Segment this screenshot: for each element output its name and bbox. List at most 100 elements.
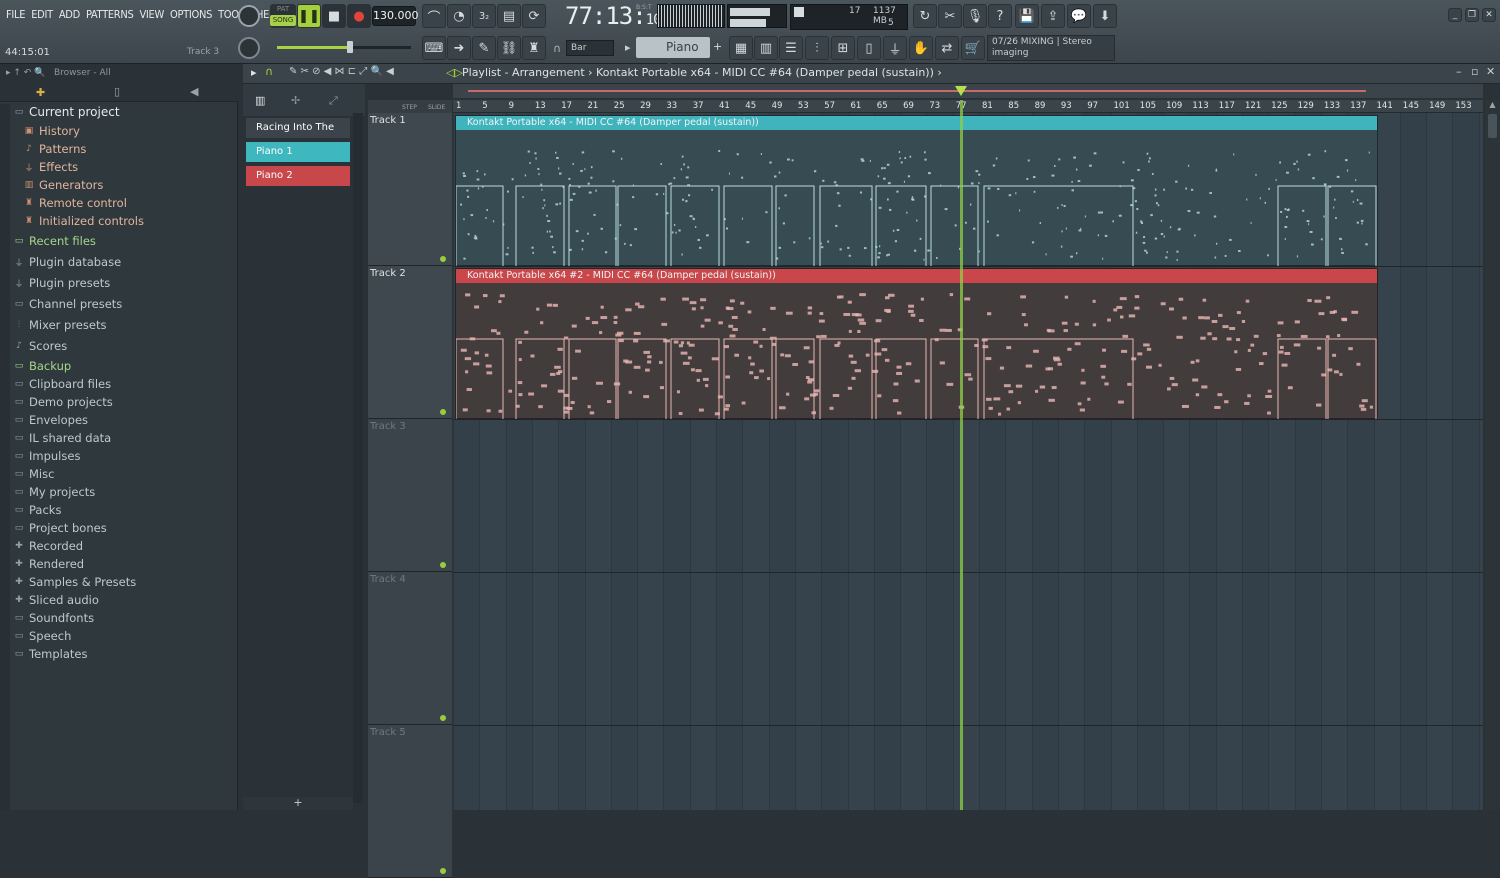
menu-view[interactable]: VIEW xyxy=(139,8,164,21)
browser-item[interactable]: ▭ Project bones xyxy=(14,521,107,535)
piano-roll-icon[interactable]: ▥ xyxy=(754,36,778,60)
pat-song-toggle[interactable]: PAT SONG xyxy=(270,4,296,28)
browser-item[interactable]: ▭ Templates xyxy=(14,647,88,661)
pattern-clip[interactable]: Kontakt Portable x64 - MIDI CC #64 (Damp… xyxy=(455,115,1378,266)
browser-item[interactable]: ♜ Remote control xyxy=(24,196,127,210)
browser-item[interactable]: ▭ Demo projects xyxy=(14,395,113,409)
playhead-line[interactable] xyxy=(960,100,963,810)
browser-item[interactable]: ✚ Rendered xyxy=(14,557,84,571)
track-enable-icon[interactable] xyxy=(440,409,446,415)
templates-icon[interactable]: 💬 xyxy=(1067,4,1091,28)
track-header[interactable]: Track 3 xyxy=(368,419,452,572)
browser-tree-icon[interactable]: ⊞ xyxy=(831,36,855,60)
browser-speaker-icon[interactable]: ◀ xyxy=(190,85,198,98)
browser-item[interactable]: ▭ Soundfonts xyxy=(14,611,94,625)
channel-mix-icon[interactable]: ✢ xyxy=(291,94,300,107)
browser-scrollbar[interactable] xyxy=(0,104,10,810)
save-icon[interactable]: 💾 xyxy=(1015,4,1039,28)
browser-item[interactable]: ▭ Channel presets xyxy=(14,297,123,311)
browser-item[interactable]: ♜ Initialized controls xyxy=(24,214,144,228)
timeline-ruler[interactable]: 1591317212529333741454953576165697377818… xyxy=(453,100,1483,113)
browser-item[interactable]: ♪ Scores xyxy=(14,339,67,353)
track-enable-icon[interactable] xyxy=(440,562,446,568)
timeline-overview[interactable] xyxy=(453,84,1483,98)
browser-item[interactable]: ✚ Sliced audio xyxy=(14,593,99,607)
pattern-clip[interactable]: Kontakt Portable x64 #2 - MIDI CC #64 (D… xyxy=(455,268,1378,419)
master-volume-slider[interactable] xyxy=(277,41,411,53)
browser-collapse-icon[interactable]: ✚ xyxy=(36,86,45,99)
playlist-play-icon[interactable]: ◁▷ xyxy=(446,66,463,79)
menu-options[interactable]: OPTIONS xyxy=(170,8,212,21)
countdown-icon[interactable]: 3₂ xyxy=(472,4,496,28)
browser-item[interactable]: ▣ History xyxy=(24,124,80,138)
stamp-icon[interactable]: ♜ xyxy=(522,36,546,60)
scroll-up-icon[interactable]: ▲ xyxy=(1485,100,1500,112)
automation-icon[interactable]: ⤢ xyxy=(329,94,338,108)
track-header[interactable]: Track 4 xyxy=(368,572,452,725)
browser-item[interactable]: ✚ Samples & Presets xyxy=(14,575,136,589)
snap-selector[interactable]: Bar xyxy=(566,40,614,56)
touch-controller-icon[interactable]: ✋ xyxy=(909,36,933,60)
playlist-tools-icon[interactable]: ✎ ✂ ⊘ ◀ ⋈ ⊏ ⤢ 🔍 ◀ xyxy=(289,66,394,77)
plugin-picker-icon[interactable]: ▯ xyxy=(857,36,881,60)
menu-patterns[interactable]: PATTERNS xyxy=(86,8,134,21)
magnet-icon[interactable]: ∩ xyxy=(553,42,561,55)
loop-record-icon[interactable]: ⟳ xyxy=(522,4,546,28)
browser-item[interactable]: ▭ Recent files xyxy=(14,234,96,248)
clip-title[interactable]: Kontakt Portable x64 #2 - MIDI CC #64 (D… xyxy=(456,269,1377,283)
browser-item[interactable]: ▭ Current project xyxy=(14,105,120,119)
browser-item[interactable]: ✚ Recorded xyxy=(14,539,83,553)
minimize-icon[interactable]: _ xyxy=(1448,8,1462,22)
browser-item[interactable]: ⫶ Mixer presets xyxy=(14,318,107,332)
track-header[interactable]: Track 2 xyxy=(368,266,452,419)
window-min-icon[interactable]: – xyxy=(1456,65,1462,78)
master-volume-knob[interactable] xyxy=(238,5,260,27)
playlist-icon[interactable]: ▦ xyxy=(729,36,753,60)
browser-item[interactable]: ▭ Misc xyxy=(14,467,55,481)
channel-scrollbar[interactable] xyxy=(353,113,363,803)
record-button[interactable]: ● xyxy=(347,4,371,28)
undo-icon[interactable]: ↻ xyxy=(913,4,937,28)
brush-icon[interactable]: ✎ xyxy=(472,36,496,60)
menu-add[interactable]: ADD xyxy=(59,8,80,21)
step-edit-icon[interactable]: ▤ xyxy=(497,4,521,28)
browser-item[interactable]: ▥ Generators xyxy=(24,178,104,192)
add-channel-button[interactable]: + xyxy=(243,797,353,810)
export-icon[interactable]: ⇪ xyxy=(1041,4,1065,28)
pattern-selector[interactable]: Piano 2 xyxy=(636,37,710,75)
download-icon[interactable]: ⬇ xyxy=(1093,4,1117,28)
track-enable-icon[interactable] xyxy=(440,256,446,262)
browser-item[interactable]: ▭ IL shared data xyxy=(14,431,111,445)
master-volume-handle[interactable] xyxy=(347,41,353,53)
menu-edit[interactable]: EDIT xyxy=(31,8,53,21)
browser-item[interactable]: ▭ Speech xyxy=(14,629,72,643)
mixer-icon[interactable]: ⫶ xyxy=(805,36,829,60)
browser-file-icon[interactable]: ▯ xyxy=(114,85,120,98)
playlist-grid[interactable]: Kontakt Portable x64 - MIDI CC #64 (Damp… xyxy=(453,113,1483,810)
close-icon[interactable]: ✕ xyxy=(1482,8,1496,22)
microphone-icon[interactable]: 🎙 xyxy=(963,4,987,28)
master-pitch-knob[interactable] xyxy=(238,37,260,59)
snap-magnet-icon[interactable]: ∩ xyxy=(265,65,273,78)
channel-rack-icon[interactable]: ☰ xyxy=(779,36,803,60)
browser-item[interactable]: ⏚ Plugin database xyxy=(14,255,121,269)
metronome-icon[interactable]: ⌒ xyxy=(422,4,446,28)
track-header[interactable]: Track 1 xyxy=(368,113,452,266)
browser-item[interactable]: ⏚ Plugin presets xyxy=(14,276,110,290)
add-pattern-icon[interactable]: + xyxy=(713,40,722,53)
tempo-display[interactable]: 130.000 xyxy=(372,6,419,26)
wait-input-icon[interactable]: ◔ xyxy=(447,4,471,28)
browser-item[interactable]: ▭ Envelopes xyxy=(14,413,88,427)
browser-item[interactable]: ▭ Packs xyxy=(14,503,62,517)
browser-item[interactable]: ⏚ Effects xyxy=(24,160,78,174)
track-enable-icon[interactable] xyxy=(440,868,446,874)
playlist-menu-icon[interactable]: ▸ xyxy=(251,66,257,79)
scroll-thumb[interactable] xyxy=(1488,114,1497,138)
channel-button[interactable]: Piano 1 xyxy=(246,142,350,162)
window-max-icon[interactable]: ▫ xyxy=(1471,65,1478,78)
play-pause-button[interactable]: ❚❚ xyxy=(297,4,321,28)
cut-icon[interactable]: ✂ xyxy=(938,4,962,28)
browser-item[interactable]: ▭ Backup xyxy=(14,359,71,373)
channel-button[interactable]: Piano 2 xyxy=(246,166,350,186)
clip-title[interactable]: Kontakt Portable x64 - MIDI CC #64 (Damp… xyxy=(456,116,1377,130)
